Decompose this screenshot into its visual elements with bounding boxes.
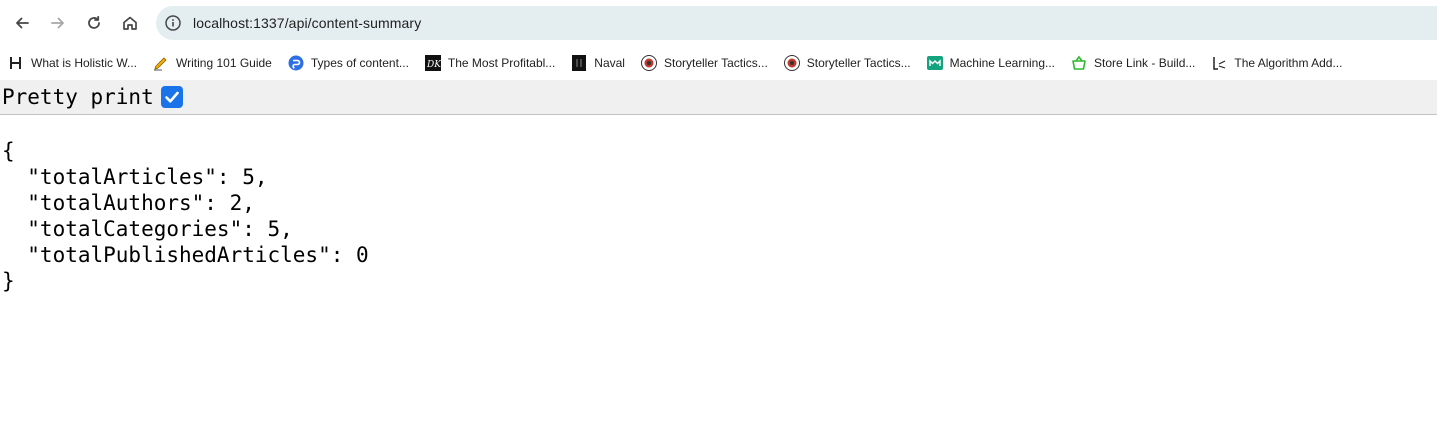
bookmark-item[interactable]: Naval xyxy=(563,49,633,77)
browser-toolbar: localhost:1337/api/content-summary xyxy=(0,0,1437,46)
bookmark-label: Machine Learning... xyxy=(949,56,1056,70)
bookmark-item[interactable]: The Algorithm Add... xyxy=(1203,49,1350,77)
algorithm-logo-icon xyxy=(1211,55,1227,71)
basket-icon xyxy=(1071,55,1087,71)
bookmark-label: What is Holistic W... xyxy=(31,56,138,70)
arrow-left-icon xyxy=(16,17,29,29)
json-open-brace: { xyxy=(2,139,15,163)
bookmark-label: Naval xyxy=(594,56,625,70)
json-line-total-articles: "totalArticles": 5, xyxy=(2,165,268,189)
checkmark-icon xyxy=(164,91,179,103)
bookmark-label: Types of content... xyxy=(310,56,409,70)
bookmark-item[interactable]: DK The Most Profitabl... xyxy=(417,49,563,77)
home-button[interactable] xyxy=(116,9,144,37)
pretty-print-bar: Pretty print xyxy=(0,80,1437,115)
bookmark-item[interactable]: Types of content... xyxy=(280,49,417,77)
bookmark-item[interactable]: Writing 101 Guide xyxy=(145,49,280,77)
bookmark-item[interactable]: Storyteller Tactics... xyxy=(633,49,776,77)
bookmark-item[interactable]: Machine Learning... xyxy=(919,49,1063,77)
bookmark-label: Writing 101 Guide xyxy=(176,56,272,70)
json-output: { "totalArticles": 5, "totalAuthors": 2,… xyxy=(2,138,369,294)
h-letter-icon xyxy=(8,55,24,71)
blue-logo-icon xyxy=(288,55,304,71)
naval-logo-icon xyxy=(571,55,587,71)
bookmark-label: The Algorithm Add... xyxy=(1234,56,1343,70)
storyteller-logo-icon xyxy=(640,55,657,71)
arrow-right-icon xyxy=(51,17,64,29)
pretty-print-label: Pretty print xyxy=(2,85,154,109)
address-bar[interactable]: localhost:1337/api/content-summary xyxy=(156,6,1437,40)
reload-icon xyxy=(88,15,100,29)
bookmark-label: The Most Profitabl... xyxy=(447,56,556,70)
forward-button[interactable] xyxy=(44,9,72,37)
address-url[interactable]: localhost:1337/api/content-summary xyxy=(193,15,421,31)
home-icon xyxy=(123,16,137,30)
site-info-icon[interactable] xyxy=(164,14,182,32)
bookmarks-bar: What is Holistic W... Writing 101 Guide … xyxy=(0,46,1437,80)
pencil-icon xyxy=(153,55,169,71)
bookmark-item[interactable]: What is Holistic W... xyxy=(0,49,145,77)
bookmark-label: Store Link - Build... xyxy=(1094,56,1196,70)
reload-button[interactable] xyxy=(80,9,108,37)
bookmark-item[interactable]: Store Link - Build... xyxy=(1063,49,1203,77)
json-close-brace: } xyxy=(2,269,15,293)
bookmark-label: Storyteller Tactics... xyxy=(663,56,768,70)
json-line-total-authors: "totalAuthors": 2, xyxy=(2,191,255,215)
green-logo-icon xyxy=(926,55,943,71)
storyteller-logo-icon xyxy=(783,55,800,71)
bookmark-label: Storyteller Tactics... xyxy=(806,56,911,70)
svg-text:DK: DK xyxy=(426,60,441,70)
json-line-total-published-articles: "totalPublishedArticles": 0 xyxy=(2,243,369,267)
json-line-total-categories: "totalCategories": 5, xyxy=(2,217,293,241)
back-button[interactable] xyxy=(8,9,36,37)
dk-logo-icon: DK xyxy=(424,55,441,71)
pretty-print-checkbox[interactable] xyxy=(160,86,183,108)
bookmark-item[interactable]: Storyteller Tactics... xyxy=(776,49,919,77)
